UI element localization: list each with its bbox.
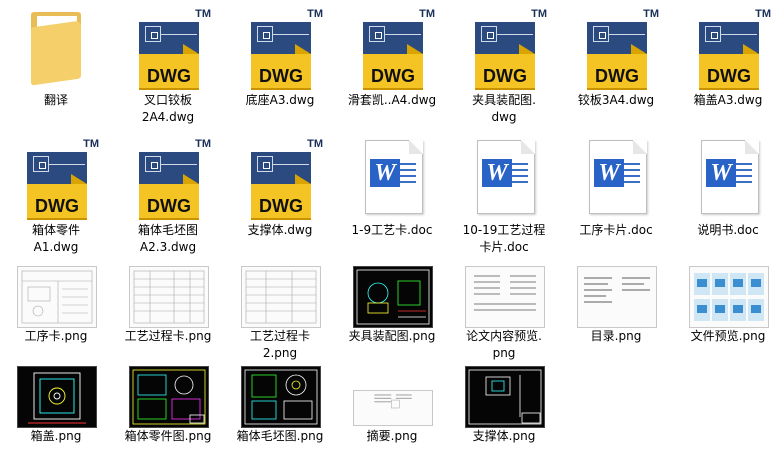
image-thumbnail-icon [683, 264, 773, 328]
file-dwg[interactable]: TM DWG 滑套凯..A4.dwg [342, 4, 442, 109]
file-png[interactable]: 夹具装配图.png [342, 264, 442, 345]
file-label: 论文内容预览. png [466, 329, 542, 360]
dwg-file-icon: TM DWG [347, 4, 437, 90]
file-label: 叉口铰板 2A4.dwg [141, 93, 195, 124]
image-thumbnail-icon [123, 264, 213, 328]
file-label: 夹具装配图. dwg [472, 93, 536, 124]
dwg-file-icon: TM DWG [123, 134, 213, 220]
file-label: 工序卡.png [24, 329, 88, 343]
file-label: 滑套凯..A4.dwg [347, 93, 437, 107]
file-doc[interactable]: W 工序卡片.doc [566, 134, 666, 239]
file-png[interactable]: 目录.png [566, 264, 666, 345]
file-label: 箱体零件 A1.dwg [31, 223, 80, 254]
word-doc-icon: W [683, 134, 773, 220]
file-label: 工艺过程卡.png [124, 329, 212, 343]
file-png[interactable]: 箱体零件图.png [118, 364, 218, 445]
file-png[interactable]: 工序卡.png [6, 264, 106, 345]
dwg-file-icon: TM DWG [123, 4, 213, 90]
file-png[interactable]: 文件预览.png [678, 264, 778, 345]
file-doc[interactable]: W 1-9工艺卡.doc [342, 134, 442, 239]
file-label: 箱盖.png [30, 429, 82, 443]
file-dwg[interactable]: TM DWG 箱盖A3.dwg [678, 4, 778, 109]
word-doc-icon: W [571, 134, 661, 220]
image-thumbnail-icon [347, 264, 437, 328]
file-label: 工序卡片.doc [579, 223, 653, 237]
image-thumbnail-icon [347, 364, 437, 426]
word-doc-icon: W [459, 134, 549, 220]
dwg-file-icon: TM DWG [235, 134, 325, 220]
image-thumbnail-icon [459, 264, 549, 328]
file-label: 摘要.png [366, 429, 418, 443]
file-png[interactable]: 箱盖.png [6, 364, 106, 445]
file-label: 底座A3.dwg [245, 93, 315, 107]
dwg-file-icon: TM DWG [11, 134, 101, 220]
file-label: 文件预览.png [690, 329, 766, 343]
dwg-file-icon: TM DWG [571, 4, 661, 90]
dwg-file-icon: TM DWG [235, 4, 325, 90]
image-thumbnail-icon [11, 264, 101, 328]
file-label: 夹具装配图.png [348, 329, 436, 343]
word-doc-icon: W [347, 134, 437, 220]
file-dwg[interactable]: TM DWG 支撑体.dwg [230, 134, 330, 239]
file-label: 箱体零件图.png [124, 429, 212, 443]
file-png[interactable]: 论文内容预览. png [454, 264, 554, 362]
file-label: 10-19工艺过程 卡片.doc [462, 223, 546, 254]
image-thumbnail-icon [571, 264, 661, 328]
file-png[interactable]: 摘要.png [342, 364, 442, 445]
file-label: 说明书.doc [697, 223, 759, 237]
file-png[interactable]: 支撑体.png [454, 364, 554, 445]
file-label: 铰板3A4.dwg [577, 93, 655, 107]
file-label: 支撑体.png [472, 429, 536, 443]
file-png[interactable]: 箱体毛坯图.png [230, 364, 330, 445]
dwg-file-icon: TM DWG [459, 4, 549, 90]
file-dwg[interactable]: TM DWG 底座A3.dwg [230, 4, 330, 109]
file-dwg[interactable]: TM DWG 箱体零件 A1.dwg [6, 134, 106, 256]
image-thumbnail-icon [235, 364, 325, 428]
file-dwg[interactable]: TM DWG 铰板3A4.dwg [566, 4, 666, 109]
file-label: 翻译 [43, 93, 68, 107]
file-png[interactable]: 工艺过程卡.png [118, 264, 218, 345]
dwg-file-icon: TM DWG [683, 4, 773, 90]
file-label: 目录.png [590, 329, 642, 343]
file-doc[interactable]: W 10-19工艺过程 卡片.doc [454, 134, 554, 256]
file-label: 1-9工艺卡.doc [351, 223, 433, 237]
file-translate-folder[interactable]: 翻译 [6, 4, 106, 109]
folder-icon [11, 4, 101, 90]
file-dwg[interactable]: TM DWG 夹具装配图. dwg [454, 4, 554, 126]
file-doc[interactable]: W 说明书.doc [678, 134, 778, 239]
file-label: 支撑体.dwg [247, 223, 313, 237]
image-thumbnail-icon [123, 364, 213, 428]
file-dwg[interactable]: TM DWG 叉口铰板 2A4.dwg [118, 4, 218, 126]
image-thumbnail-icon [459, 364, 549, 428]
file-label: 箱体毛坯图 A2.3.dwg [137, 223, 198, 254]
file-dwg[interactable]: TM DWG 箱体毛坯图 A2.3.dwg [118, 134, 218, 256]
file-label: 箱体毛坯图.png [236, 429, 324, 443]
file-png[interactable]: 工艺过程卡 2.png [230, 264, 330, 362]
image-thumbnail-icon [11, 364, 101, 428]
file-label: 箱盖A3.dwg [693, 93, 763, 107]
file-label: 工艺过程卡 2.png [249, 329, 310, 360]
image-thumbnail-icon [235, 264, 325, 328]
